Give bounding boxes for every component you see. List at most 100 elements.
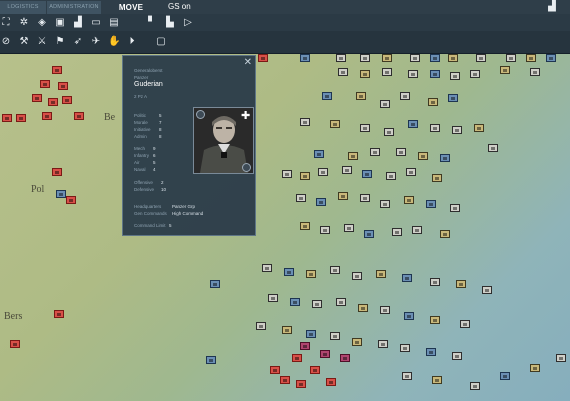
chart-icon[interactable]: ▟: [72, 17, 84, 29]
unit-counter[interactable]: [56, 190, 66, 198]
unit-counter[interactable]: [402, 372, 412, 380]
unit-counter[interactable]: [430, 278, 440, 286]
unit-counter[interactable]: [396, 148, 406, 156]
unit-counter[interactable]: [482, 286, 492, 294]
unit-counter[interactable]: [318, 168, 328, 176]
unit-counter[interactable]: [300, 172, 310, 180]
unit-counter[interactable]: [280, 376, 290, 384]
unit-counter[interactable]: [360, 124, 370, 132]
unit-counter[interactable]: [270, 366, 280, 374]
unit-counter[interactable]: [362, 170, 372, 178]
unit-counter[interactable]: [348, 152, 358, 160]
unit-counter[interactable]: [262, 264, 272, 272]
unit-counter[interactable]: [526, 54, 536, 62]
unit-counter[interactable]: [306, 270, 316, 278]
unit-counter[interactable]: [2, 114, 12, 122]
unit-counter[interactable]: [430, 70, 440, 78]
unit-counter[interactable]: [456, 280, 466, 288]
unit-counter[interactable]: [382, 68, 392, 76]
unit-counter[interactable]: [384, 128, 394, 136]
unit-counter[interactable]: [206, 356, 216, 364]
unit-counter[interactable]: [48, 98, 58, 106]
supply-icon[interactable]: ⚑: [54, 36, 66, 48]
unit-counter[interactable]: [530, 68, 540, 76]
unit-counter[interactable]: [448, 94, 458, 102]
unit-counter[interactable]: [426, 200, 436, 208]
unit-counter[interactable]: [404, 196, 414, 204]
unit-counter[interactable]: [300, 118, 310, 126]
unit-counter[interactable]: [42, 112, 52, 120]
unit-counter[interactable]: [474, 124, 484, 132]
unit-counter[interactable]: [360, 54, 370, 62]
hand-icon[interactable]: ✋: [108, 36, 120, 48]
unit-counter[interactable]: [292, 354, 302, 362]
unit-counter[interactable]: [296, 194, 306, 202]
unit-counter[interactable]: [344, 224, 354, 232]
unit-counter[interactable]: [290, 298, 300, 306]
unit-counter[interactable]: [470, 70, 480, 78]
unit-counter[interactable]: [500, 372, 510, 380]
cancel-order-icon[interactable]: ⊘: [0, 36, 12, 48]
unit-counter[interactable]: [400, 92, 410, 100]
unit-counter[interactable]: [258, 54, 268, 62]
unit-counter[interactable]: [410, 54, 420, 62]
unit-counter[interactable]: [408, 70, 418, 78]
unit-counter[interactable]: [386, 172, 396, 180]
unit-counter[interactable]: [470, 382, 480, 390]
unit-counter[interactable]: [506, 54, 516, 62]
grid-icon[interactable]: ▤: [108, 17, 120, 29]
attack-icon[interactable]: ◈: [36, 17, 48, 29]
unit-counter[interactable]: [500, 66, 510, 74]
unit-counter[interactable]: [58, 82, 68, 90]
unit-counter[interactable]: [282, 170, 292, 178]
unit-counter[interactable]: [450, 72, 460, 80]
unit-counter[interactable]: [392, 228, 402, 236]
unit-counter[interactable]: [66, 196, 76, 204]
unit-counter[interactable]: [402, 274, 412, 282]
unit-counter[interactable]: [338, 68, 348, 76]
unit-counter[interactable]: [32, 94, 42, 102]
unit-counter[interactable]: [406, 168, 416, 176]
transport-icon[interactable]: ➶: [72, 36, 84, 48]
unit-counter[interactable]: [330, 266, 340, 274]
unit-counter[interactable]: [452, 352, 462, 360]
unit-counter[interactable]: [452, 126, 462, 134]
unit-counter[interactable]: [450, 204, 460, 212]
unit-counter[interactable]: [16, 114, 26, 122]
unit-counter[interactable]: [460, 320, 470, 328]
tab-administration[interactable]: ADMINISTRATION: [47, 1, 101, 14]
unit-counter[interactable]: [440, 154, 450, 162]
unit-counter[interactable]: [356, 92, 366, 100]
unit-counter[interactable]: [428, 98, 438, 106]
unit-counter[interactable]: [322, 92, 332, 100]
unit-counter[interactable]: [380, 100, 390, 108]
unit-counter[interactable]: [62, 96, 72, 104]
play-circle-icon[interactable]: ⏵: [126, 36, 138, 48]
unit-counter[interactable]: [52, 66, 62, 74]
unit-counter[interactable]: [530, 364, 540, 372]
stack-icon[interactable]: ▙: [164, 17, 176, 29]
unit-counter[interactable]: [296, 380, 306, 388]
unit-counter[interactable]: [430, 54, 440, 62]
unit-counter[interactable]: [352, 338, 362, 346]
unit-counter[interactable]: [310, 366, 320, 374]
unit-counter[interactable]: [360, 70, 370, 78]
tab-logistics[interactable]: LOGISTICS: [0, 1, 46, 14]
unit-counter[interactable]: [546, 54, 556, 62]
close-icon[interactable]: ✕: [244, 57, 252, 68]
unit-counter[interactable]: [52, 168, 62, 176]
unit-counter[interactable]: [488, 144, 498, 152]
unit-counter[interactable]: [476, 54, 486, 62]
strategic-map[interactable]: Pol Be Bers: [0, 54, 570, 401]
unit-counter[interactable]: [314, 150, 324, 158]
unit-counter[interactable]: [300, 54, 310, 62]
unit-counter[interactable]: [370, 148, 380, 156]
unit-counter[interactable]: [430, 316, 440, 324]
unit-counter[interactable]: [376, 270, 386, 278]
unit-counter[interactable]: [432, 376, 442, 384]
unit-counter[interactable]: [300, 342, 310, 350]
unit-counter[interactable]: [404, 312, 414, 320]
unit-counter[interactable]: [330, 332, 340, 340]
unit-counter[interactable]: [312, 300, 322, 308]
tab-move[interactable]: MOVE: [118, 1, 144, 14]
